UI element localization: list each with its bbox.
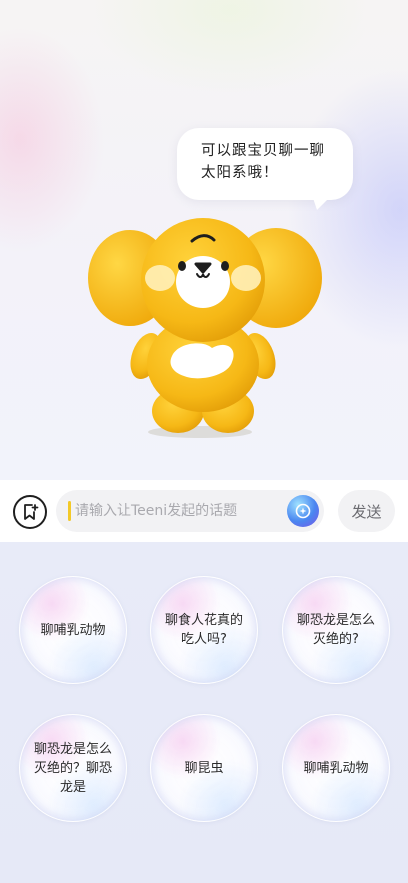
- ai-sparkle-icon: [295, 503, 311, 519]
- topic-input[interactable]: 请输入让Teeni发起的话题: [56, 490, 324, 532]
- suggestion-bubble[interactable]: 聊食人花真的吃人吗?: [150, 576, 258, 684]
- suggestion-label: 聊恐龙是怎么灭绝的？聊恐龙是: [33, 741, 112, 795]
- speech-line-2: 太阳系哦！: [201, 165, 279, 181]
- send-button[interactable]: 发送: [338, 490, 395, 532]
- mascot-bear[interactable]: [86, 206, 326, 446]
- suggestion-bubble[interactable]: 聊恐龙是怎么灭绝的?: [282, 576, 390, 684]
- bookmark-add-button[interactable]: [13, 495, 47, 529]
- ai-suggest-button[interactable]: [287, 495, 319, 527]
- suggestion-label: 聊昆虫: [184, 760, 224, 776]
- suggestion-label: 聊哺乳动物: [40, 622, 106, 638]
- suggestion-bubble[interactable]: 聊哺乳动物: [282, 714, 390, 822]
- bookmark-add-icon: [24, 504, 39, 520]
- suggestion-label: 聊哺乳动物: [303, 760, 369, 776]
- speech-line-1: 可以跟宝贝聊一聊: [201, 143, 325, 159]
- suggestion-bubble[interactable]: 聊昆虫: [150, 714, 258, 822]
- chat-input-bar: 请输入让Teeni发起的话题 发送: [0, 480, 408, 542]
- topic-input-placeholder: 请输入让Teeni发起的话题: [75, 503, 238, 519]
- suggestion-bubble[interactable]: 聊哺乳动物: [19, 576, 127, 684]
- mascot-stage: 可以跟宝贝聊一聊 太阳系哦！: [0, 0, 408, 480]
- text-caret: [68, 501, 71, 521]
- suggestion-bubble[interactable]: 聊恐龙是怎么灭绝的？聊恐龙是: [19, 714, 127, 822]
- topic-suggestions: 聊哺乳动物 聊食人花真的吃人吗? 聊恐龙是怎么灭绝的? 聊恐龙是怎么灭绝的？聊恐…: [0, 542, 408, 883]
- suggestion-label: 聊恐龙是怎么灭绝的?: [296, 613, 375, 647]
- suggestion-label: 聊食人花真的吃人吗?: [164, 613, 243, 647]
- speech-bubble: 可以跟宝贝聊一聊 太阳系哦！: [177, 128, 353, 210]
